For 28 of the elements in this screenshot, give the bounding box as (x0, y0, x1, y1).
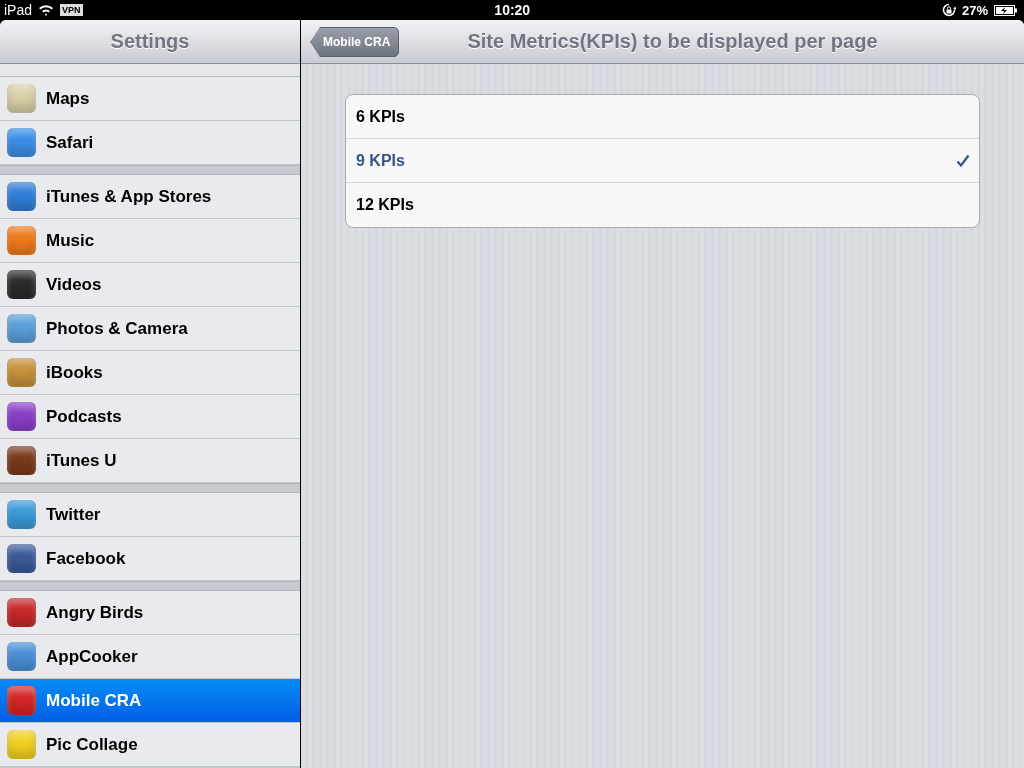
settings-item[interactable]: Safari (0, 121, 300, 165)
detail-title: Site Metrics(KPIs) to be displayed per page (467, 30, 878, 53)
settings-item[interactable]: Music (0, 219, 300, 263)
battery-charging-icon (994, 4, 1018, 16)
battery-percent: 27% (961, 2, 988, 18)
settings-item[interactable]: Mobile CRA (0, 679, 300, 723)
settings-item[interactable]: Angry Birds (0, 591, 300, 635)
option-row[interactable]: 6 KPIs (346, 95, 979, 139)
settings-item[interactable]: iTunes & App Stores (0, 175, 300, 219)
checkmark-icon (956, 153, 970, 168)
rotation-lock-icon (941, 3, 956, 17)
settings-item[interactable]: iTunes U (0, 439, 300, 483)
device-name: iPad (4, 2, 33, 18)
wifi-icon (38, 4, 55, 16)
settings-item[interactable]: Maps (0, 77, 300, 121)
settings-item[interactable]: Twitter (0, 493, 300, 537)
settings-item[interactable]: Pic Collage (0, 723, 300, 767)
settings-item[interactable]: AppCooker (0, 635, 300, 679)
settings-item[interactable]: Facebook (0, 537, 300, 581)
vpn-badge: VPN (60, 4, 83, 16)
option-row[interactable]: 9 KPIs (346, 139, 979, 183)
settings-item[interactable]: Videos (0, 263, 300, 307)
sidebar-title: Settings (110, 30, 190, 53)
settings-item[interactable]: Podcasts (0, 395, 300, 439)
option-row[interactable]: 12 KPIs (346, 183, 979, 227)
clock: 10:20 (494, 2, 531, 18)
settings-item[interactable]: iBooks (0, 351, 300, 395)
settings-item[interactable]: Photos & Camera (0, 307, 300, 351)
